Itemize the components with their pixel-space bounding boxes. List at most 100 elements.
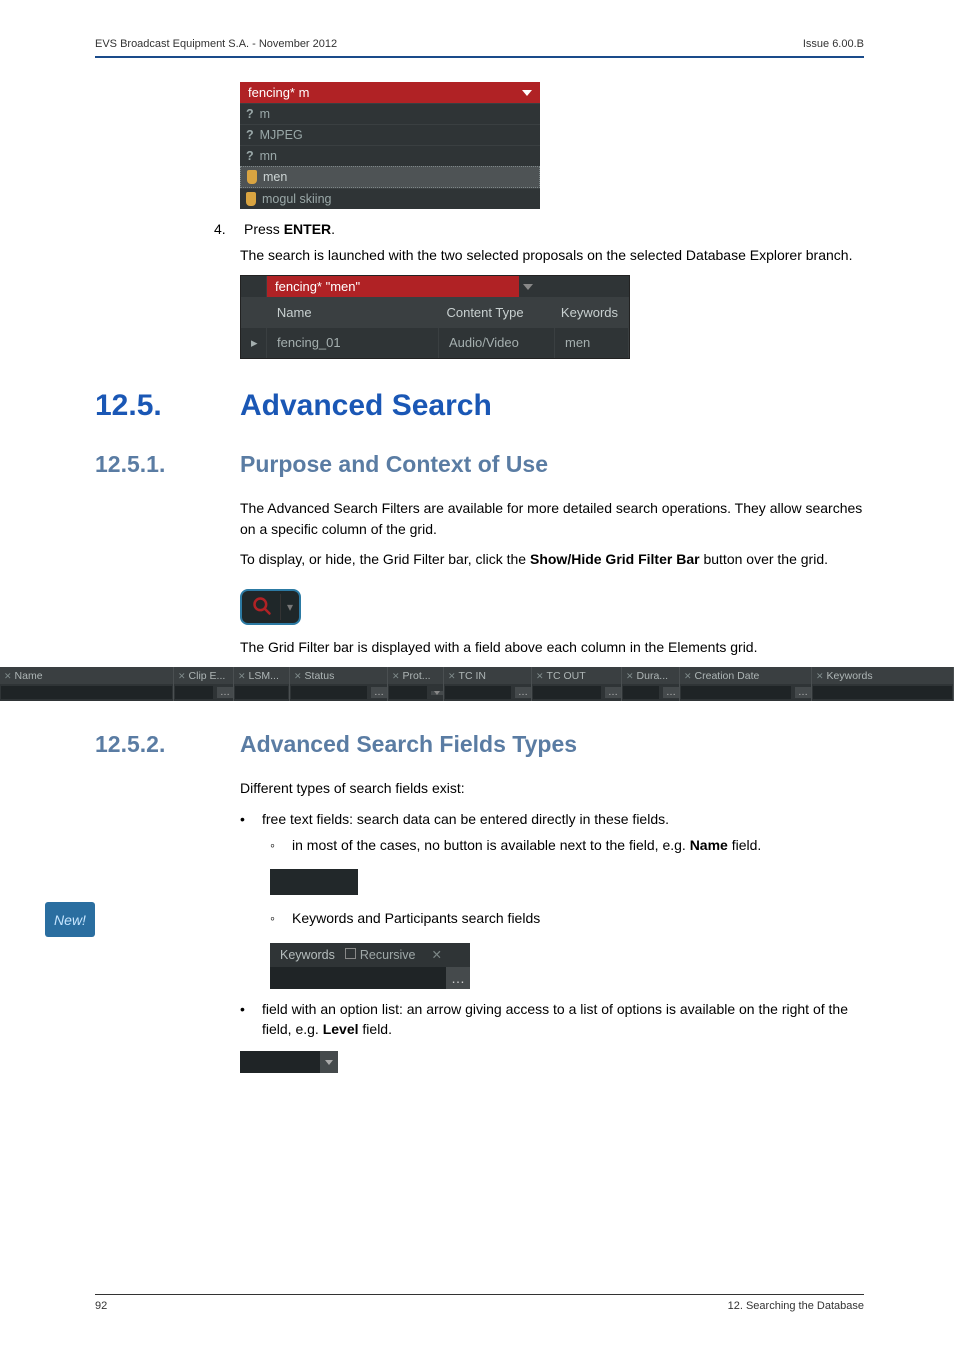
autocomplete-item[interactable]: ? mn [240, 145, 540, 166]
filter-col-prot[interactable]: ✕Prot... [388, 667, 444, 684]
more-icon[interactable]: … [795, 687, 811, 698]
page-header: EVS Broadcast Equipment S.A. - November … [95, 38, 864, 58]
cell-name: fencing_01 [267, 327, 439, 358]
column-header-content-type[interactable]: Content Type [436, 297, 550, 327]
filter-col-lsm[interactable]: ✕LSM... [234, 667, 290, 684]
close-icon[interactable]: ✕ [178, 671, 186, 682]
sub-bullet-icon: ◦ [270, 908, 276, 928]
autocomplete-item-selected[interactable]: men [240, 166, 540, 188]
autocomplete-input[interactable]: fencing* m [240, 82, 540, 103]
filter-col-tcin[interactable]: ✕TC IN [444, 667, 532, 684]
level-input[interactable] [240, 1051, 320, 1073]
new-badge: New! [45, 902, 95, 937]
chevron-down-icon[interactable]: ▾ [281, 600, 299, 614]
autocomplete-item-label: MJPEG [260, 128, 303, 142]
paragraph: The Advanced Search Filters are availabl… [240, 498, 864, 539]
filter-col-dura[interactable]: ✕Dura... [622, 667, 680, 684]
filter-input-status[interactable] [291, 686, 367, 699]
list-item: field with an option list: an arrow givi… [262, 999, 864, 1040]
recursive-checkbox[interactable]: Recursive [345, 943, 424, 967]
question-icon: ? [246, 149, 254, 163]
cell-content-type: Audio/Video [439, 327, 555, 358]
close-icon[interactable]: ✕ [423, 947, 449, 962]
paragraph: To display, or hide, the Grid Filter bar… [240, 549, 864, 569]
paragraph: Different types of search fields exist: [240, 778, 864, 798]
chevron-down-icon[interactable] [431, 691, 443, 695]
tag-icon [246, 192, 256, 206]
keywords-input[interactable] [270, 967, 446, 989]
list-item: in most of the cases, no button is avail… [292, 835, 761, 855]
results-row[interactable]: ▸ fencing_01 Audio/Video men [241, 327, 629, 358]
cell-keywords: men [555, 327, 629, 358]
chevron-down-icon [325, 1060, 333, 1065]
filter-col-clip[interactable]: ✕Clip E... [174, 667, 234, 684]
autocomplete-item[interactable]: mogul skiing [240, 188, 540, 209]
close-icon[interactable]: ✕ [238, 671, 246, 682]
column-header-name[interactable]: Name [267, 297, 437, 327]
filter-col-keywords[interactable]: ✕Keywords [812, 667, 954, 684]
filter-input-prot[interactable] [389, 686, 427, 699]
more-icon[interactable]: … [515, 687, 531, 698]
grid-filter-bar: ✕Name ✕Clip E... ✕LSM... ✕Status ✕Prot..… [0, 667, 954, 701]
results-header-row: Name Content Type Keywords [241, 297, 629, 327]
question-icon: ? [246, 107, 254, 121]
more-icon[interactable]: … [663, 687, 679, 698]
autocomplete-dropdown: fencing* m ? m ? MJPEG ? mn men mogul s [240, 82, 540, 209]
autocomplete-item[interactable]: ? MJPEG [240, 124, 540, 145]
search-query-field[interactable]: fencing* "men" [267, 276, 519, 297]
filter-input-tcout[interactable] [533, 686, 601, 699]
heading-advanced-search: 12.5.Advanced Search [95, 389, 864, 423]
heading-purpose: 12.5.1.Purpose and Context of Use [95, 451, 864, 478]
page-number: 92 [95, 1300, 107, 1312]
chevron-down-icon [523, 284, 533, 290]
autocomplete-item[interactable]: ? m [240, 103, 540, 124]
filter-col-name[interactable]: ✕Name [0, 667, 174, 684]
close-icon[interactable]: ✕ [392, 671, 400, 682]
header-right: Issue 6.00.B [803, 38, 864, 50]
chevron-down-icon [522, 90, 532, 96]
close-icon[interactable]: ✕ [816, 671, 824, 682]
autocomplete-item-label: mn [260, 149, 277, 163]
filter-input-clip[interactable] [175, 686, 213, 699]
bullet-list: • field with an option list: an arrow gi… [240, 999, 864, 1040]
question-icon: ? [246, 128, 254, 142]
filter-input-dura[interactable] [623, 686, 659, 699]
search-dropdown-trigger[interactable] [519, 276, 629, 297]
filter-col-status[interactable]: ✕Status [290, 667, 388, 684]
page-footer: 92 12. Searching the Database [95, 1294, 864, 1312]
close-icon[interactable]: ✕ [294, 671, 302, 682]
filter-input-lsm[interactable] [235, 686, 288, 699]
level-field-example [240, 1051, 338, 1073]
row-expand-icon[interactable]: ▸ [241, 327, 267, 358]
close-icon[interactable]: ✕ [4, 671, 12, 682]
sub-bullet-icon: ◦ [270, 835, 276, 855]
list-item: Keywords and Participants search fields [292, 908, 540, 928]
column-header-keywords[interactable]: Keywords [551, 297, 629, 327]
checkbox-icon [345, 948, 356, 959]
close-icon[interactable]: ✕ [684, 671, 692, 682]
close-icon[interactable]: ✕ [536, 671, 544, 682]
more-icon[interactable]: … [371, 687, 387, 698]
filter-col-tcout[interactable]: ✕TC OUT [532, 667, 622, 684]
show-hide-filter-bar-button[interactable]: ▾ [240, 589, 301, 625]
step-text: Press ENTER. [244, 221, 335, 237]
heading-field-types: 12.5.2.Advanced Search Fields Types [95, 731, 864, 758]
filter-col-creation-date[interactable]: ✕Creation Date [680, 667, 812, 684]
filter-input-name[interactable] [1, 686, 172, 699]
expand-column [241, 276, 267, 297]
filter-input-keywords[interactable] [813, 686, 952, 699]
step-list: 4. Press ENTER. [214, 221, 864, 237]
filter-input-creation-date[interactable] [681, 686, 791, 699]
keywords-field-example: Keywords Recursive ✕ … [270, 943, 470, 989]
more-icon[interactable]: … [217, 687, 233, 698]
close-icon[interactable]: ✕ [626, 671, 634, 682]
close-icon[interactable]: ✕ [448, 671, 456, 682]
list-item: free text fields: search data can be ent… [262, 809, 669, 829]
autocomplete-input-text: fencing* m [248, 85, 309, 100]
bullet-icon: • [240, 809, 246, 829]
filter-input-tcin[interactable] [445, 686, 511, 699]
level-dropdown-trigger[interactable] [320, 1051, 338, 1073]
more-icon[interactable]: … [605, 687, 621, 698]
more-icon[interactable]: … [446, 967, 470, 989]
name-field-example[interactable] [270, 869, 358, 895]
